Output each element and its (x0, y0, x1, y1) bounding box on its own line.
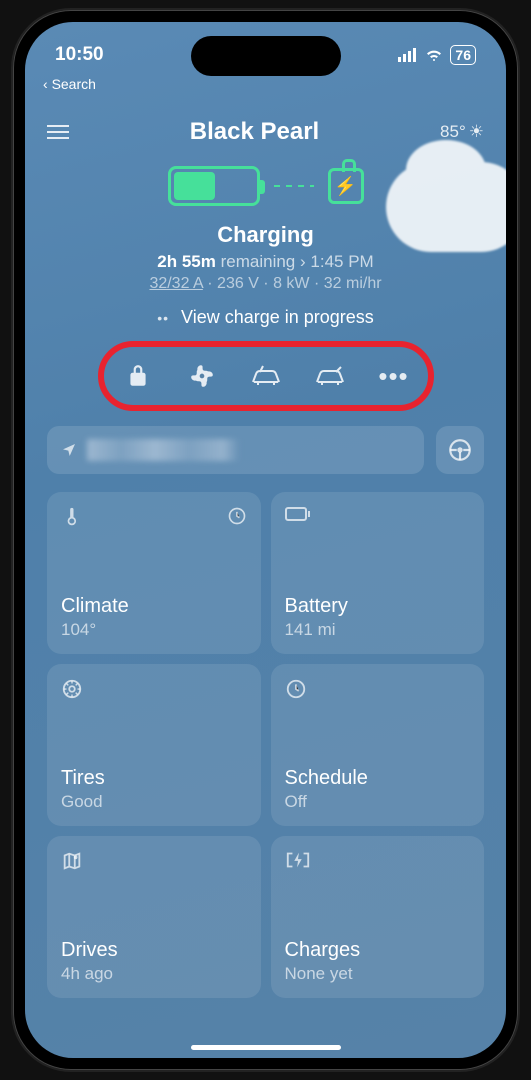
screen: 10:50 76 ‹ Search Black Pearl 85° (25, 22, 506, 1058)
back-search-link[interactable]: ‹ Search (43, 76, 96, 92)
card-value: Off (285, 792, 471, 812)
navigate-input[interactable] (47, 426, 424, 474)
weather-display[interactable]: 85° ☀ (440, 122, 484, 142)
card-value: 4h ago (61, 964, 247, 984)
charge-bolt-icon (285, 850, 311, 870)
status-stats: 32/32 A · 236 V · 8 kW · 32 mi/hr (47, 275, 484, 293)
battery-icon (285, 506, 311, 522)
battery-card[interactable]: Battery 141 mi (271, 492, 485, 654)
steering-wheel-icon (447, 437, 473, 463)
card-value: Good (61, 792, 247, 812)
battery-graphic: ⚡ (47, 166, 484, 206)
navigate-address-blurred (87, 439, 257, 461)
card-label: Tires (61, 767, 247, 790)
card-value: None yet (285, 964, 471, 984)
map-pin-icon (61, 850, 83, 872)
chevron-left-icon: ‹ (43, 76, 48, 92)
fan-icon (188, 362, 216, 390)
view-charge-progress[interactable]: •• View charge in progress (47, 307, 484, 328)
cellular-icon (398, 48, 418, 62)
climate-button[interactable] (182, 356, 222, 396)
trunk-icon (314, 364, 346, 388)
home-indicator[interactable] (191, 1045, 341, 1050)
card-label: Climate (61, 595, 247, 618)
status-remaining: 2h 55m remaining › 1:45 PM (47, 252, 484, 272)
charger-icon: ⚡ (328, 168, 364, 204)
menu-button[interactable] (47, 125, 69, 139)
schedule-card[interactable]: Schedule Off (271, 664, 485, 826)
wifi-icon (424, 48, 444, 62)
card-value: 141 mi (285, 620, 471, 640)
vehicle-title: Black Pearl (69, 118, 440, 146)
status-battery: 76 (450, 45, 476, 65)
lock-button[interactable] (118, 356, 158, 396)
back-label: Search (52, 76, 96, 92)
quick-actions-row: ••• (106, 344, 426, 408)
status-main: Charging (47, 222, 484, 248)
status-time: 10:50 (55, 44, 104, 66)
tire-icon (61, 678, 83, 700)
tires-card[interactable]: Tires Good (47, 664, 261, 826)
dynamic-island (191, 36, 341, 76)
steering-wheel-button[interactable] (436, 426, 484, 474)
amps-link[interactable]: 32/32 A (149, 275, 202, 292)
more-button[interactable]: ••• (374, 356, 414, 396)
status-right: 76 (398, 45, 476, 65)
charge-line-icon (274, 185, 314, 187)
more-icon: ••• (378, 361, 408, 392)
card-label: Schedule (285, 767, 471, 790)
card-label: Charges (285, 939, 471, 962)
card-label: Battery (285, 595, 471, 618)
phone-frame: 10:50 76 ‹ Search Black Pearl 85° (13, 10, 518, 1070)
clock-icon (285, 678, 307, 700)
page-dots-icon: •• (157, 310, 169, 326)
card-value: 104° (61, 620, 247, 640)
frunk-button[interactable] (246, 356, 286, 396)
frunk-icon (250, 364, 282, 388)
location-arrow-icon (61, 442, 77, 458)
thermometer-icon (61, 506, 81, 528)
drives-card[interactable]: Drives 4h ago (47, 836, 261, 998)
sun-icon: ☀ (469, 122, 484, 142)
battery-icon (168, 166, 260, 206)
lock-icon (125, 363, 151, 389)
charging-status: Charging 2h 55m remaining › 1:45 PM 32/3… (47, 222, 484, 293)
clock-icon (227, 506, 247, 528)
charges-card[interactable]: Charges None yet (271, 836, 485, 998)
trunk-button[interactable] (310, 356, 350, 396)
climate-card[interactable]: Climate 104° (47, 492, 261, 654)
card-label: Drives (61, 939, 247, 962)
